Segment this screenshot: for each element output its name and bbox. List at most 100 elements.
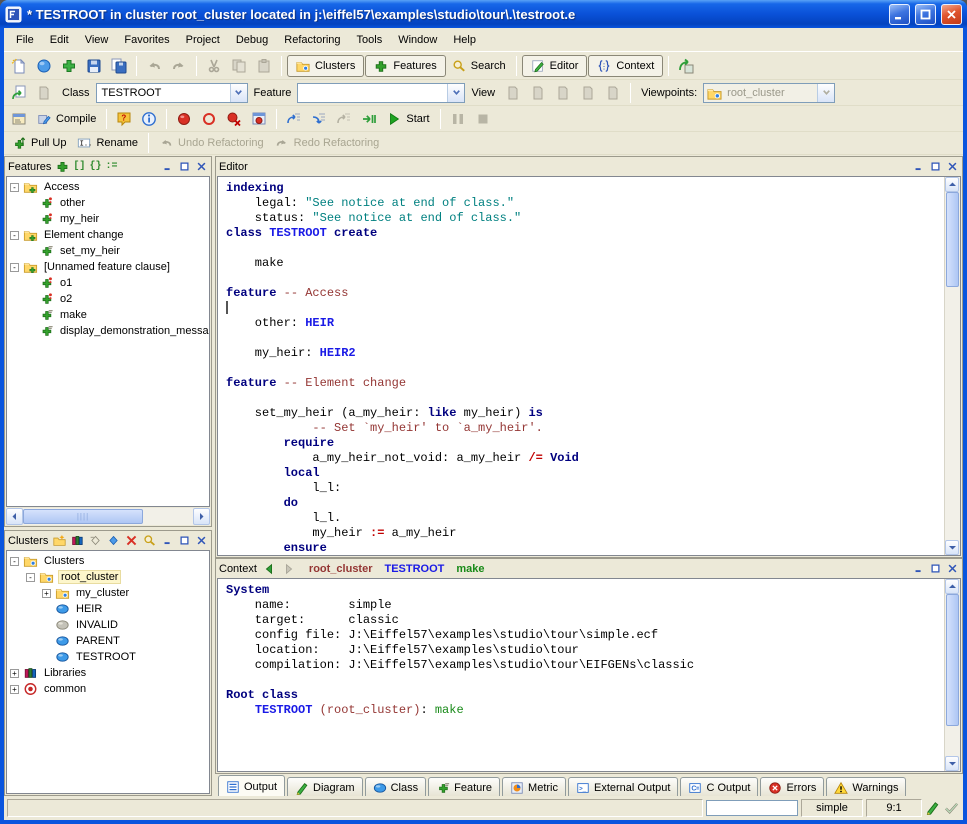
scroll-right-icon[interactable] [193,508,210,525]
tree-item-unnamed-feature-clause[interactable]: -[Unnamed feature clause] [7,259,209,275]
panel-maximize-icon[interactable] [177,160,191,173]
tab-c-output[interactable]: CC Output [680,777,758,797]
expand-toggle-icon[interactable]: + [10,669,19,678]
external-commands-button[interactable] [674,54,698,78]
menu-file[interactable]: File [8,30,42,50]
add-feature-icon[interactable] [55,160,69,174]
info-button[interactable] [137,107,161,131]
menu-debug[interactable]: Debug [228,30,276,50]
context-content[interactable]: System name: simple target: classic conf… [218,579,944,771]
breadcrumb-feature[interactable]: make [456,563,484,575]
tree-item-access[interactable]: -Access [7,179,209,195]
breakpoints-window-button[interactable] [247,107,271,131]
history-back-icon[interactable] [261,561,277,576]
error-info-button[interactable]: ? [112,107,136,131]
tree-item-o2[interactable]: o2 [7,291,209,307]
menu-refactoring[interactable]: Refactoring [276,30,348,50]
minimize-button[interactable] [889,4,910,25]
scrollbar-thumb[interactable]: |||| [23,509,143,524]
tab-errors[interactable]: Errors [760,777,824,797]
menu-project[interactable]: Project [178,30,228,50]
remove-icon[interactable] [124,534,138,548]
collapse-toggle-icon[interactable]: - [10,263,19,272]
tree-item-element-change[interactable]: -Element change [7,227,209,243]
compile-button[interactable]: Compile [32,108,101,130]
editor-tool-button[interactable]: Editor [522,55,588,77]
menu-favorites[interactable]: Favorites [116,30,177,50]
add-item-icon[interactable] [88,534,102,548]
editor-code[interactable]: indexing legal: "See notice at end of cl… [218,177,944,555]
tree-item-my-heir[interactable]: my_heir [7,211,209,227]
project-settings-button[interactable] [7,107,31,131]
run-ignore-breakpoints-button[interactable] [357,107,381,131]
tree-item-my-cluster[interactable]: +my_cluster [7,585,209,601]
context-tool-button[interactable]: Context [588,55,663,77]
collapse-toggle-icon[interactable]: - [10,231,19,240]
tab-feature[interactable]: Feature [428,777,500,797]
tree-item-libraries[interactable]: +Libraries [7,665,209,681]
add-library-icon[interactable] [70,534,84,548]
tree-item-testroot[interactable]: TESTROOT [7,649,209,665]
features-tool-button[interactable]: Features [365,55,445,77]
pull-up-button[interactable]: Pull Up [7,132,71,154]
tab-external-output[interactable]: >_External Output [568,777,678,797]
tab-warnings[interactable]: Warnings [826,777,906,797]
class-combobox[interactable]: TESTROOT [96,83,248,103]
menu-help[interactable]: Help [445,30,484,50]
step-over-button[interactable] [307,107,331,131]
menu-edit[interactable]: Edit [42,30,77,50]
maximize-button[interactable] [915,4,936,25]
tab-metric[interactable]: Metric [502,777,566,797]
scrollbar-thumb[interactable] [946,594,959,726]
panel-close-icon[interactable] [194,160,208,173]
collapse-toggle-icon[interactable]: - [10,557,19,566]
tree-item-invalid[interactable]: INVALID [7,617,209,633]
new-document-button[interactable] [7,54,31,78]
scrollbar-thumb[interactable] [946,192,959,287]
disable-breakpoints-button[interactable] [197,107,221,131]
tree-item-set-my-heir[interactable]: set_my_heir [7,243,209,259]
scroll-down-icon[interactable] [945,756,959,771]
brackets-icon[interactable]: [] [73,161,85,172]
search-button[interactable]: Search [447,55,511,77]
panel-close-icon[interactable] [945,160,959,173]
collapse-toggle-icon[interactable]: - [26,573,35,582]
chevron-down-icon[interactable] [230,84,247,102]
clusters-tool-button[interactable]: Clusters [287,55,364,77]
open-button[interactable] [32,54,56,78]
context-vertical-scrollbar[interactable] [944,579,960,771]
panel-minimize-icon[interactable] [911,160,925,173]
save-button[interactable] [82,54,106,78]
title-bar[interactable]: * TESTROOT in cluster root_cluster locat… [0,0,967,28]
tree-item-make[interactable]: make [7,307,209,323]
tree-item-o1[interactable]: o1 [7,275,209,291]
expand-toggle-icon[interactable]: + [42,589,51,598]
panel-close-icon[interactable] [945,562,959,575]
close-button[interactable] [941,4,962,25]
start-button[interactable]: Start [382,108,434,130]
send-to-new-window-button[interactable] [7,81,31,105]
tree-item-display-demonstration-messa[interactable]: display_demonstration_messa [7,323,209,339]
tree-item-clusters[interactable]: -Clusters [7,553,209,569]
panel-minimize-icon[interactable] [911,562,925,575]
editor-vertical-scrollbar[interactable] [944,177,960,555]
tab-output[interactable]: Output [218,775,285,797]
rename-button[interactable]: I..Rename [72,132,143,154]
new-class-button[interactable] [57,54,81,78]
step-into-button[interactable] [282,107,306,131]
breadcrumb-class[interactable]: TESTROOT [385,563,445,575]
panel-maximize-icon[interactable] [928,562,942,575]
panel-close-icon[interactable] [194,534,208,547]
tree-item-common[interactable]: +common [7,681,209,697]
save-all-button[interactable] [107,54,131,78]
panel-minimize-icon[interactable] [160,160,174,173]
scroll-up-icon[interactable] [945,579,959,594]
panel-minimize-icon[interactable] [160,534,174,547]
tree-item-other[interactable]: other [7,195,209,211]
features-horizontal-scrollbar[interactable]: |||| [6,508,210,525]
feature-combobox[interactable] [297,83,465,103]
scroll-left-icon[interactable] [6,508,23,525]
tree-item-root-cluster[interactable]: -root_cluster [7,569,209,585]
tab-diagram[interactable]: Diagram [287,777,363,797]
braces-icon[interactable]: {} [89,161,101,172]
